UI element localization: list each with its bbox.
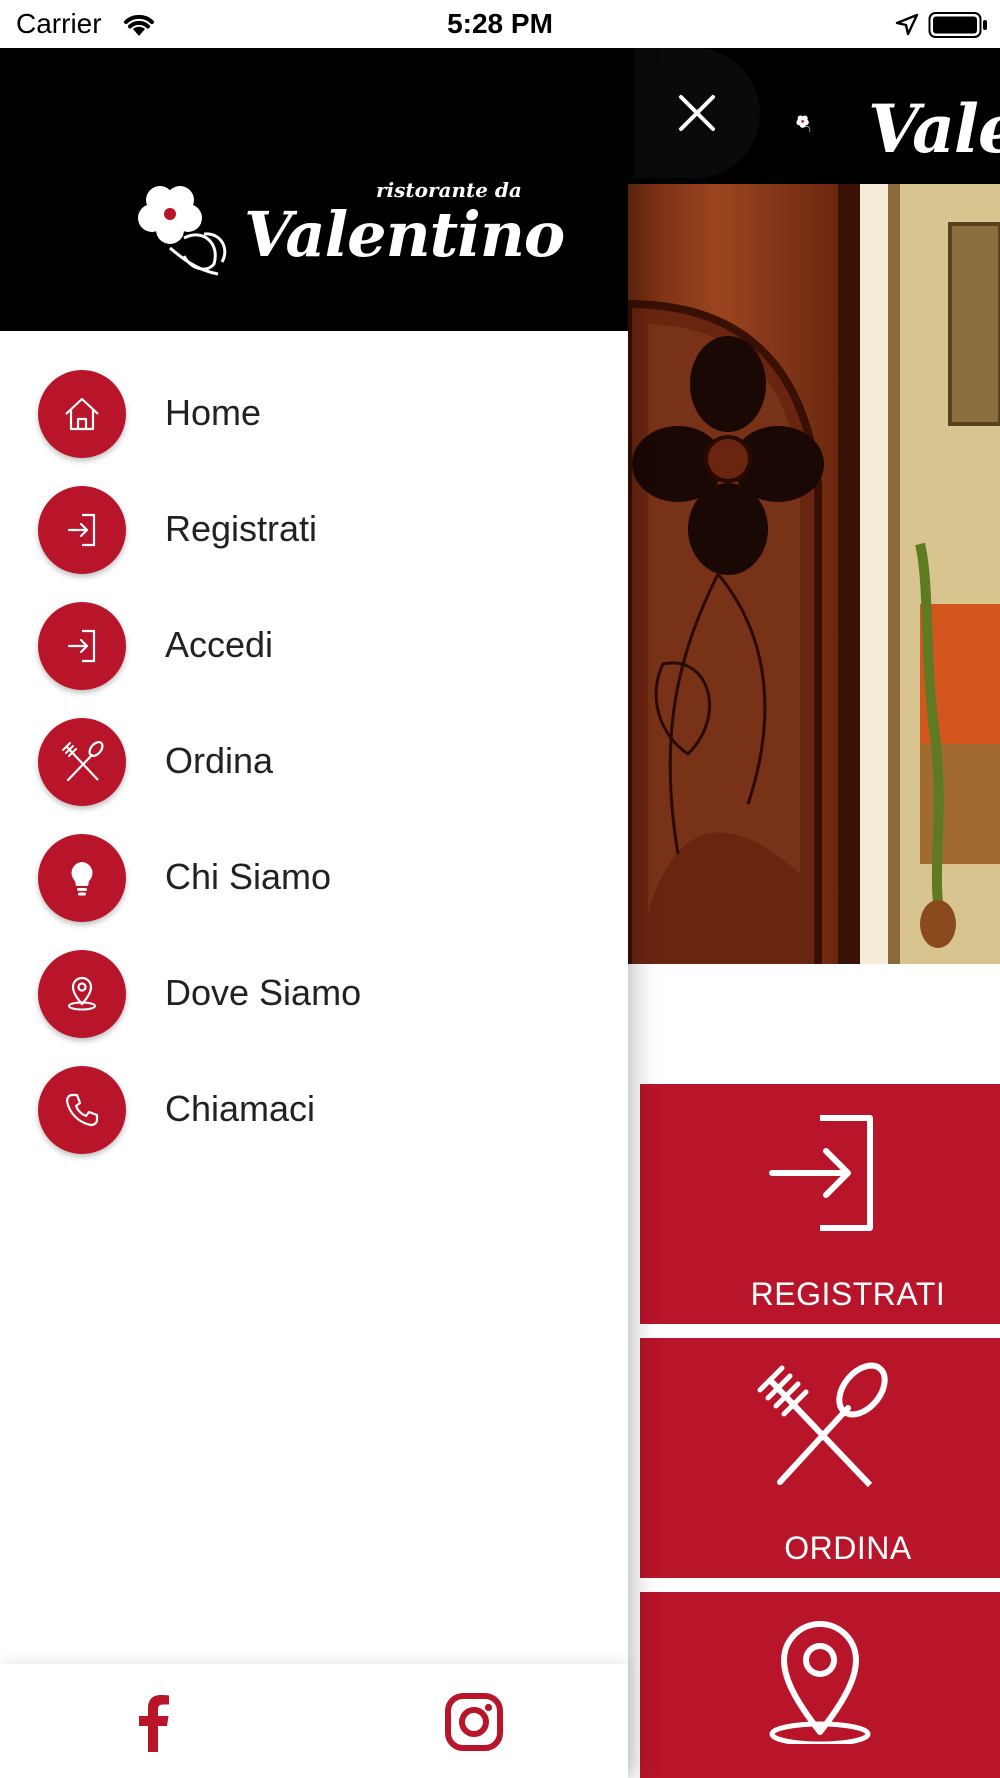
menu-label-chiamaci: Chiamaci <box>165 1088 316 1129</box>
menu-item-ordina[interactable]: Ordina <box>0 712 628 828</box>
order-tile-label: ORDINA <box>784 1530 912 1566</box>
header-brand-name: Vale <box>868 90 1000 168</box>
menu-label-home: Home <box>165 392 262 433</box>
location-arrow-icon <box>895 13 919 36</box>
main-header: Vale <box>628 48 1000 184</box>
menu-icon-circle <box>38 370 126 458</box>
lightbulb-icon <box>71 862 93 896</box>
status-time: 5:28 PM <box>447 8 553 39</box>
order-tile[interactable]: ORDINA <box>640 1338 1000 1578</box>
menu-item-chiamaci[interactable]: Chiamaci <box>0 1060 628 1176</box>
menu-icon-circle <box>38 1066 126 1154</box>
navigation-drawer: ristorante da Valentino Home Registrati <box>0 48 628 1778</box>
restaurant-interior-image <box>860 184 1000 964</box>
drawer-footer <box>0 1664 628 1778</box>
register-tile[interactable]: REGISTRATI <box>640 1084 1000 1324</box>
menu-icon-circle <box>38 950 126 1038</box>
menu-label-registrati: Registrati <box>165 508 318 549</box>
drawer-header: ristorante da Valentino <box>0 48 628 331</box>
register-tile-label: REGISTRATI <box>750 1276 946 1312</box>
brand-name: Valentino <box>244 198 565 271</box>
location-tile[interactable] <box>640 1592 1000 1778</box>
menu-label-dove-siamo: Dove Siamo <box>165 972 362 1013</box>
instagram-icon[interactable] <box>442 1690 506 1754</box>
menu-label-ordina: Ordina <box>165 740 274 781</box>
menu-item-accedi[interactable]: Accedi <box>0 596 628 712</box>
login-icon <box>67 513 96 547</box>
hero-image <box>628 184 1000 964</box>
phone-icon <box>65 1093 99 1127</box>
menu-item-chi-siamo[interactable]: Chi Siamo <box>0 828 628 944</box>
status-bar: Carrier 5:28 PM <box>0 0 1000 48</box>
menu-icon-circle <box>38 602 126 690</box>
drawer-menu: Home Registrati Accedi Ordina Chi Siamo … <box>0 364 628 1176</box>
menu-item-dove-siamo[interactable]: Dove Siamo <box>0 944 628 1060</box>
utensils-icon <box>62 740 104 782</box>
main-content: Vale <box>628 48 1000 1778</box>
flower-logo-icon <box>138 186 227 276</box>
battery-icon <box>928 12 987 38</box>
menu-icon-circle <box>38 486 126 574</box>
map-pin-icon <box>68 976 96 1011</box>
login-icon <box>67 629 96 663</box>
menu-icon-circle <box>38 834 126 922</box>
wooden-door-image <box>628 184 868 964</box>
facebook-icon[interactable] <box>122 1690 186 1754</box>
home-icon <box>65 397 99 431</box>
menu-label-chi-siamo: Chi Siamo <box>165 856 332 897</box>
map-pin-icon <box>769 1621 871 1744</box>
menu-icon-circle <box>38 718 126 806</box>
login-icon <box>769 1115 873 1231</box>
header-flower-logo <box>796 115 811 132</box>
menu-item-home[interactable]: Home <box>0 364 628 480</box>
menu-label-accedi: Accedi <box>165 624 274 665</box>
menu-item-registrati[interactable]: Registrati <box>0 480 628 596</box>
close-drawer-button[interactable] <box>634 48 760 178</box>
close-icon <box>679 95 715 131</box>
utensils-icon <box>757 1362 888 1488</box>
